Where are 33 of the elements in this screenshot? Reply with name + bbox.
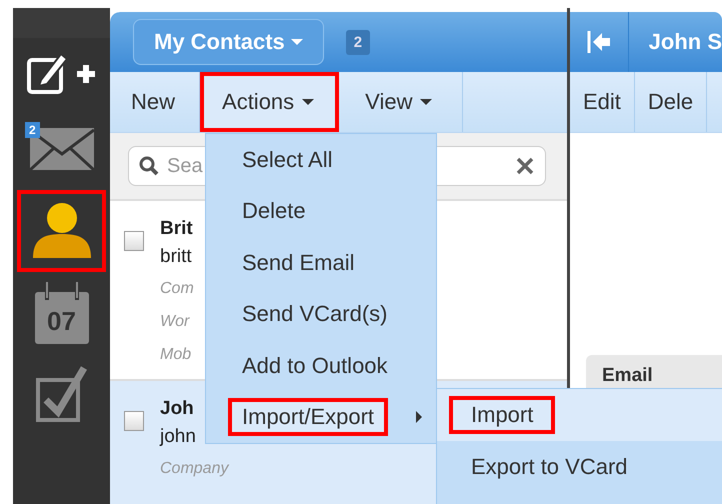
submenu-arrow-icon (416, 411, 422, 424)
search-icon (139, 156, 159, 176)
checkbox[interactable] (124, 411, 144, 431)
contact-name: Brit (160, 217, 194, 241)
contact-count: 2 (346, 30, 370, 54)
collapse-left-icon (586, 30, 611, 54)
contact-title: John S (648, 29, 722, 55)
toolbar-button[interactable]: View (339, 72, 464, 132)
caret-icon (302, 99, 314, 105)
field-label: Company (160, 459, 228, 479)
caret-icon (290, 39, 303, 45)
menu-item[interactable]: Delete (206, 186, 436, 237)
menu-item[interactable]: Send VCard(s) (206, 288, 436, 340)
person-icon[interactable] (30, 202, 92, 260)
highlight-frame: Import/Export (228, 398, 388, 436)
field-label: Mob (160, 345, 192, 365)
highlight-frame: Import (449, 396, 556, 434)
contact-email: britt (160, 245, 193, 269)
contact-email: john (160, 425, 197, 449)
menu-item[interactable]: Select All (206, 134, 436, 186)
toolbar-button[interactable]: Dele (634, 72, 708, 132)
menu-item[interactable]: Send Email (206, 237, 436, 288)
checkbox[interactable] (124, 231, 144, 251)
menu-item[interactable]: Import (437, 389, 722, 441)
checkbox-tick-icon[interactable] (36, 366, 88, 424)
caret-icon (420, 99, 432, 105)
unread-badge: 2 (25, 122, 40, 138)
clear-icon[interactable] (516, 157, 534, 175)
toolbar-button[interactable]: Edit (570, 72, 635, 132)
field-label: Com (160, 279, 194, 299)
contact-name: Joh (160, 397, 195, 421)
field-label: Wor (160, 312, 191, 332)
toolbar-button[interactable]: Actions (200, 72, 340, 132)
